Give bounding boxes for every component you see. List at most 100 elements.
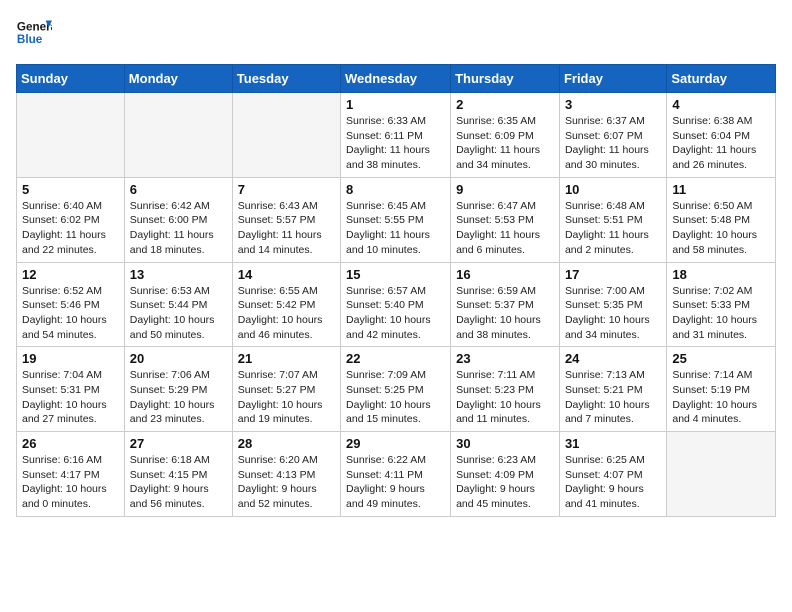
day-number: 26 bbox=[22, 436, 119, 451]
svg-text:Blue: Blue bbox=[17, 33, 43, 46]
calendar-cell: 23 Sunrise: 7:11 AM Sunset: 5:23 PM Dayli… bbox=[451, 347, 560, 432]
calendar-cell bbox=[124, 93, 232, 178]
calendar-cell: 15 Sunrise: 6:57 AM Sunset: 5:40 PM Dayli… bbox=[341, 262, 451, 347]
day-info: Sunrise: 6:59 AM Sunset: 5:37 PM Dayligh… bbox=[456, 284, 554, 343]
day-info: Sunrise: 6:18 AM Sunset: 4:15 PM Dayligh… bbox=[130, 453, 227, 512]
day-info: Sunrise: 7:14 AM Sunset: 5:19 PM Dayligh… bbox=[672, 368, 770, 427]
calendar-cell: 5Sunrise: 6:40 AM Sunset: 6:02 PM Daylig… bbox=[17, 177, 125, 262]
day-number: 2 bbox=[456, 97, 554, 112]
day-info: Sunrise: 6:53 AM Sunset: 5:44 PM Dayligh… bbox=[130, 284, 227, 343]
calendar-cell: 18Sunrise: 7:02 AM Sunset: 5:33 PM Dayli… bbox=[667, 262, 776, 347]
day-info: Sunrise: 7:07 AM Sunset: 5:27 PM Dayligh… bbox=[238, 368, 335, 427]
calendar-week-row: 1 Sunrise: 6:33 AM Sunset: 6:11 PM Daylig… bbox=[17, 93, 776, 178]
day-info: Sunrise: 6:57 AM Sunset: 5:40 PM Dayligh… bbox=[346, 284, 445, 343]
weekday-header: Thursday bbox=[451, 65, 560, 93]
day-number: 19 bbox=[22, 351, 119, 366]
day-info: Sunrise: 6:47 AM Sunset: 5:53 PM Dayligh… bbox=[456, 199, 554, 258]
day-number: 28 bbox=[238, 436, 335, 451]
day-info: Sunrise: 7:09 AM Sunset: 5:25 PM Dayligh… bbox=[346, 368, 445, 427]
day-info: Sunrise: 7:04 AM Sunset: 5:31 PM Dayligh… bbox=[22, 368, 119, 427]
day-info: Sunrise: 7:11 AM Sunset: 5:23 PM Dayligh… bbox=[456, 368, 554, 427]
calendar-week-row: 26Sunrise: 6:16 AM Sunset: 4:17 PM Dayli… bbox=[17, 432, 776, 517]
calendar-cell: 14 Sunrise: 6:55 AM Sunset: 5:42 PM Dayli… bbox=[232, 262, 340, 347]
day-info: Sunrise: 6:35 AM Sunset: 6:09 PM Dayligh… bbox=[456, 114, 554, 173]
day-info: Sunrise: 6:55 AM Sunset: 5:42 PM Dayligh… bbox=[238, 284, 335, 343]
page-header: GeneralBlue bbox=[16, 16, 776, 52]
day-number: 6 bbox=[130, 182, 227, 197]
calendar-cell: 10 Sunrise: 6:48 AM Sunset: 5:51 PM Dayli… bbox=[559, 177, 666, 262]
day-number: 4 bbox=[672, 97, 770, 112]
day-info: Sunrise: 7:00 AM Sunset: 5:35 PM Dayligh… bbox=[565, 284, 661, 343]
calendar-cell: 29Sunrise: 6:22 AM Sunset: 4:11 PM Dayli… bbox=[341, 432, 451, 517]
weekday-header: Monday bbox=[124, 65, 232, 93]
calendar-cell bbox=[17, 93, 125, 178]
day-number: 13 bbox=[130, 267, 227, 282]
calendar-cell: 22Sunrise: 7:09 AM Sunset: 5:25 PM Dayli… bbox=[341, 347, 451, 432]
day-number: 16 bbox=[456, 267, 554, 282]
day-number: 1 bbox=[346, 97, 445, 112]
day-info: Sunrise: 6:50 AM Sunset: 5:48 PM Dayligh… bbox=[672, 199, 770, 258]
calendar-cell bbox=[667, 432, 776, 517]
calendar-cell: 20Sunrise: 7:06 AM Sunset: 5:29 PM Dayli… bbox=[124, 347, 232, 432]
day-number: 18 bbox=[672, 267, 770, 282]
day-number: 20 bbox=[130, 351, 227, 366]
day-number: 23 bbox=[456, 351, 554, 366]
calendar-week-row: 5Sunrise: 6:40 AM Sunset: 6:02 PM Daylig… bbox=[17, 177, 776, 262]
day-number: 8 bbox=[346, 182, 445, 197]
day-info: Sunrise: 6:48 AM Sunset: 5:51 PM Dayligh… bbox=[565, 199, 661, 258]
calendar-week-row: 12 Sunrise: 6:52 AM Sunset: 5:46 PM Dayli… bbox=[17, 262, 776, 347]
day-info: Sunrise: 6:33 AM Sunset: 6:11 PM Dayligh… bbox=[346, 114, 445, 173]
calendar-cell: 16 Sunrise: 6:59 AM Sunset: 5:37 PM Dayli… bbox=[451, 262, 560, 347]
day-number: 24 bbox=[565, 351, 661, 366]
calendar-cell: 9 Sunrise: 6:47 AM Sunset: 5:53 PM Daylig… bbox=[451, 177, 560, 262]
calendar-cell: 28 Sunrise: 6:20 AM Sunset: 4:13 PM Dayli… bbox=[232, 432, 340, 517]
logo-icon: GeneralBlue bbox=[16, 16, 52, 52]
calendar-cell: 25 Sunrise: 7:14 AM Sunset: 5:19 PM Dayli… bbox=[667, 347, 776, 432]
day-number: 21 bbox=[238, 351, 335, 366]
logo: GeneralBlue bbox=[16, 16, 52, 52]
calendar-cell: 27 Sunrise: 6:18 AM Sunset: 4:15 PM Dayli… bbox=[124, 432, 232, 517]
calendar-cell: 4 Sunrise: 6:38 AM Sunset: 6:04 PM Daylig… bbox=[667, 93, 776, 178]
day-number: 11 bbox=[672, 182, 770, 197]
day-info: Sunrise: 6:45 AM Sunset: 5:55 PM Dayligh… bbox=[346, 199, 445, 258]
calendar-week-row: 19 Sunrise: 7:04 AM Sunset: 5:31 PM Dayli… bbox=[17, 347, 776, 432]
day-number: 7 bbox=[238, 182, 335, 197]
calendar-cell bbox=[232, 93, 340, 178]
day-number: 29 bbox=[346, 436, 445, 451]
day-number: 31 bbox=[565, 436, 661, 451]
calendar-cell: 24 Sunrise: 7:13 AM Sunset: 5:21 PM Dayli… bbox=[559, 347, 666, 432]
weekday-header-row: SundayMondayTuesdayWednesdayThursdayFrid… bbox=[17, 65, 776, 93]
weekday-header: Saturday bbox=[667, 65, 776, 93]
day-number: 12 bbox=[22, 267, 119, 282]
day-info: Sunrise: 6:37 AM Sunset: 6:07 PM Dayligh… bbox=[565, 114, 661, 173]
weekday-header: Wednesday bbox=[341, 65, 451, 93]
calendar-cell: 19 Sunrise: 7:04 AM Sunset: 5:31 PM Dayli… bbox=[17, 347, 125, 432]
calendar-cell: 17 Sunrise: 7:00 AM Sunset: 5:35 PM Dayli… bbox=[559, 262, 666, 347]
day-number: 25 bbox=[672, 351, 770, 366]
calendar-cell: 12 Sunrise: 6:52 AM Sunset: 5:46 PM Dayli… bbox=[17, 262, 125, 347]
day-number: 14 bbox=[238, 267, 335, 282]
day-info: Sunrise: 6:43 AM Sunset: 5:57 PM Dayligh… bbox=[238, 199, 335, 258]
day-number: 9 bbox=[456, 182, 554, 197]
weekday-header: Tuesday bbox=[232, 65, 340, 93]
calendar-cell: 6 Sunrise: 6:42 AM Sunset: 6:00 PM Daylig… bbox=[124, 177, 232, 262]
day-number: 27 bbox=[130, 436, 227, 451]
calendar-cell: 7 Sunrise: 6:43 AM Sunset: 5:57 PM Daylig… bbox=[232, 177, 340, 262]
day-info: Sunrise: 6:20 AM Sunset: 4:13 PM Dayligh… bbox=[238, 453, 335, 512]
day-number: 15 bbox=[346, 267, 445, 282]
calendar-cell: 21 Sunrise: 7:07 AM Sunset: 5:27 PM Dayli… bbox=[232, 347, 340, 432]
calendar-cell: 1 Sunrise: 6:33 AM Sunset: 6:11 PM Daylig… bbox=[341, 93, 451, 178]
day-info: Sunrise: 6:42 AM Sunset: 6:00 PM Dayligh… bbox=[130, 199, 227, 258]
day-number: 10 bbox=[565, 182, 661, 197]
calendar-table: SundayMondayTuesdayWednesdayThursdayFrid… bbox=[16, 64, 776, 517]
calendar-cell: 13 Sunrise: 6:53 AM Sunset: 5:44 PM Dayli… bbox=[124, 262, 232, 347]
weekday-header: Sunday bbox=[17, 65, 125, 93]
weekday-header: Friday bbox=[559, 65, 666, 93]
day-number: 17 bbox=[565, 267, 661, 282]
day-info: Sunrise: 6:23 AM Sunset: 4:09 PM Dayligh… bbox=[456, 453, 554, 512]
day-info: Sunrise: 7:13 AM Sunset: 5:21 PM Dayligh… bbox=[565, 368, 661, 427]
day-info: Sunrise: 6:52 AM Sunset: 5:46 PM Dayligh… bbox=[22, 284, 119, 343]
calendar-cell: 30Sunrise: 6:23 AM Sunset: 4:09 PM Dayli… bbox=[451, 432, 560, 517]
calendar-cell: 26Sunrise: 6:16 AM Sunset: 4:17 PM Dayli… bbox=[17, 432, 125, 517]
day-info: Sunrise: 6:38 AM Sunset: 6:04 PM Dayligh… bbox=[672, 114, 770, 173]
